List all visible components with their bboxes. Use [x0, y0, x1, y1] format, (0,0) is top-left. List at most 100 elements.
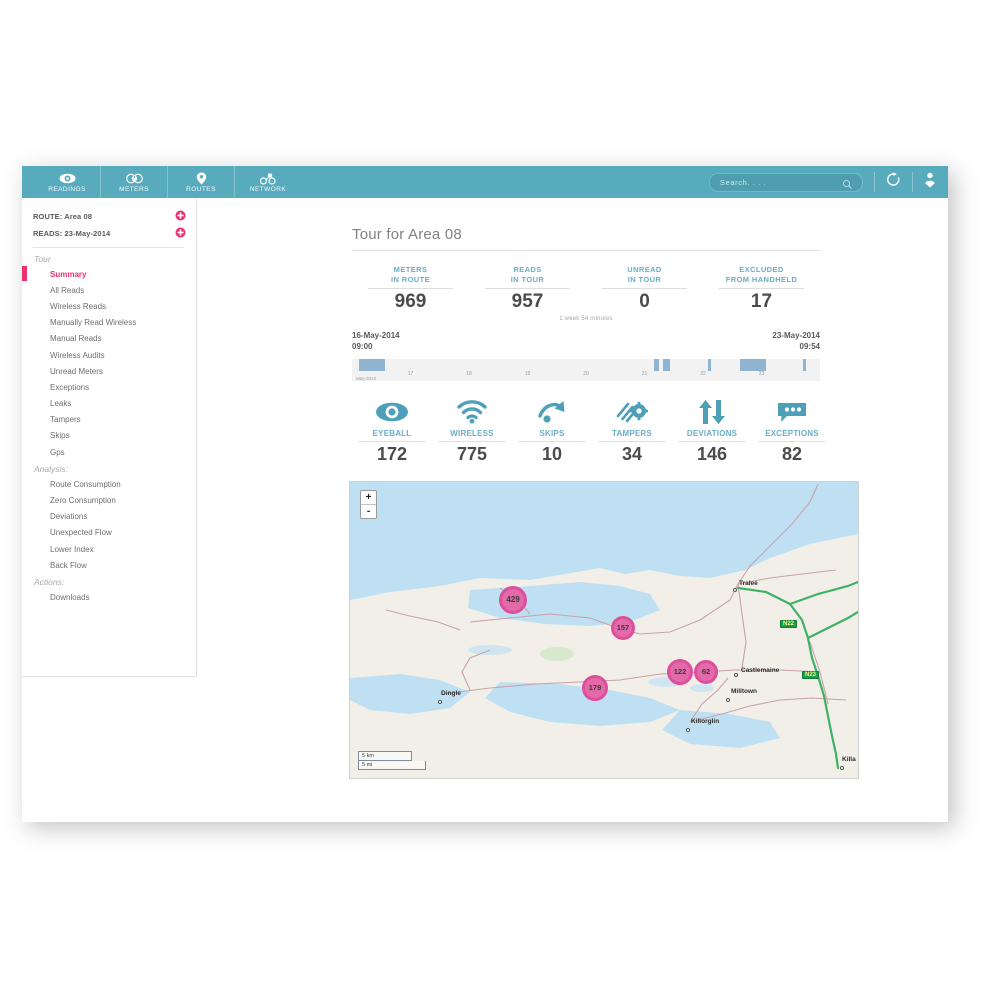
refresh-button[interactable] — [886, 172, 901, 192]
sidebar-item-zero-consumption[interactable]: Zero Consumption — [22, 492, 196, 508]
sidebar-item-deviations[interactable]: Deviations — [22, 509, 196, 525]
sidebar-item-skips[interactable]: Skips — [22, 428, 196, 444]
place-dot-killorglin — [686, 728, 690, 732]
map-cluster-marker[interactable]: 122 — [667, 659, 693, 685]
stat-tampers[interactable]: TAMPERS 34 — [592, 395, 672, 465]
timeline-end-date: 23-May-2014 — [772, 331, 820, 342]
sidebar-item-exceptions[interactable]: Exceptions — [22, 379, 196, 395]
kpi-label-line2: IN TOUR — [586, 275, 703, 285]
stat-label: DEVIATIONS — [672, 429, 752, 438]
plus-circle-icon[interactable] — [175, 225, 186, 243]
eye-icon — [352, 395, 432, 429]
map-cluster-marker[interactable]: 429 — [499, 586, 527, 614]
comment-dots-icon — [752, 395, 832, 429]
map-zoom-controls[interactable]: + - — [360, 490, 377, 519]
kpi-label-line2: IN ROUTE — [352, 275, 469, 285]
kpi-meters-in-route: METERS IN ROUTE 969 — [352, 265, 469, 313]
stat-deviations[interactable]: DEVIATIONS 146 — [672, 395, 752, 465]
nav-item-readings[interactable]: READINGS — [34, 166, 101, 198]
sidebar-item-label: Manually Read Wireless — [50, 318, 136, 327]
place-label-tralee: Tralee — [739, 580, 758, 587]
sidebar-item-downloads[interactable]: Downloads — [22, 589, 196, 605]
kpi-divider — [485, 288, 570, 289]
skip-arrow-icon — [512, 395, 592, 429]
sidebar-item-back-flow[interactable]: Back Flow — [22, 557, 196, 573]
map-container[interactable]: + - Tralee Castlemaine Milltown Killorgl… — [349, 481, 859, 779]
sidebar-item-all-reads[interactable]: All Reads — [22, 282, 196, 298]
stat-wireless[interactable]: WIRELESS 775 — [432, 395, 512, 465]
timeline-end-time: 09:54 — [772, 342, 820, 353]
timeline-segment — [740, 359, 765, 371]
map-cluster-marker[interactable]: 157 — [611, 616, 635, 640]
sidebar-item-wireless-reads[interactable]: Wireless Reads — [22, 298, 196, 314]
app-body: ROUTE: Area 08 READS: 23-May-2014 — [22, 198, 948, 822]
plus-circle-icon[interactable] — [175, 208, 186, 226]
user-button[interactable] — [924, 172, 936, 193]
sidebar-item-route-consumption[interactable]: Route Consumption — [22, 476, 196, 492]
sidebar-item-label: Zero Consumption — [50, 496, 116, 505]
stat-value: 146 — [672, 444, 752, 465]
map-zoom-in-button[interactable]: + — [361, 491, 376, 505]
stat-divider — [358, 441, 426, 442]
sidebar-item-leaks[interactable]: Leaks — [22, 396, 196, 412]
nav-item-network[interactable]: NETWORK — [235, 166, 301, 198]
top-nav-items: READINGS METERS — [34, 166, 301, 198]
sidebar-item-wireless-audits[interactable]: Wireless Audits — [22, 347, 196, 363]
page-title: Tour for Area 08 — [352, 226, 948, 243]
sidebar-item-manually-read-wireless[interactable]: Manually Read Wireless — [22, 315, 196, 331]
sidebar-reads-label: READS: 23-May-2014 — [33, 229, 110, 238]
search-input[interactable]: Search. . . . — [709, 173, 863, 192]
sidebar-item-tampers[interactable]: Tampers — [22, 412, 196, 428]
nav-item-meters[interactable]: METERS — [101, 166, 168, 198]
stat-value: 775 — [432, 444, 512, 465]
sidebar-item-summary[interactable]: Summary — [22, 266, 196, 282]
place-dot-milltown — [726, 698, 730, 702]
timeline-bar[interactable]: 17181920212223 May-2014 — [352, 359, 820, 381]
wifi-icon — [432, 395, 512, 429]
timeline-date-range: 16-May-2014 09:00 23-May-2014 09:54 — [352, 331, 820, 353]
up-down-arrows-icon — [672, 395, 752, 429]
sidebar-item-gps[interactable]: Gps — [22, 444, 196, 460]
timeline-month-label: May-2014 — [354, 376, 376, 381]
sidebar-group-title-actions: Actions: — [22, 573, 196, 589]
screen-root: READINGS METERS — [0, 0, 1000, 1000]
map-cluster-count: 179 — [589, 683, 602, 692]
road-shield-n22: N22 — [780, 620, 797, 628]
stat-label: SKIPS — [512, 429, 592, 438]
timeline-start-date: 16-May-2014 — [352, 331, 400, 342]
eye-icon — [59, 172, 76, 185]
place-label-killorglin: Killorglin — [691, 718, 719, 725]
sidebar-route-row[interactable]: ROUTE: Area 08 — [22, 208, 196, 225]
map-cluster-marker[interactable]: 62 — [694, 660, 718, 684]
timeline-tick-label: 18 — [466, 371, 472, 377]
timeline-tick-label: 22 — [700, 371, 706, 377]
stat-exceptions[interactable]: EXCEPTIONS 82 — [752, 395, 832, 465]
timeline-start-time: 09:00 — [352, 342, 400, 353]
sidebar-group-title-tour: Tour — [22, 250, 196, 266]
map-cluster-marker[interactable]: 179 — [582, 675, 608, 701]
stat-skips[interactable]: SKIPS 10 — [512, 395, 592, 465]
kpi-value: 17 — [703, 291, 820, 313]
timeline: 16-May-2014 09:00 23-May-2014 09:54 1718… — [352, 331, 820, 381]
stat-divider — [518, 441, 586, 442]
nav-item-routes[interactable]: ROUTES — [168, 166, 235, 198]
kpi-unread-in-tour: UNREAD IN TOUR 0 — [586, 265, 703, 313]
stat-divider — [758, 441, 826, 442]
timeline-tick-label: 23 — [759, 371, 765, 377]
sidebar-reads-row[interactable]: READS: 23-May-2014 — [22, 225, 196, 242]
place-dot-castlemaine — [734, 673, 738, 677]
place-label-castlemaine: Castlemaine — [741, 667, 779, 674]
app-window: READINGS METERS — [22, 166, 948, 822]
place-label-milltown: Milltown — [731, 688, 757, 695]
sidebar-item-lower-index[interactable]: Lower Index — [22, 541, 196, 557]
sidebar-item-unexpected-flow[interactable]: Unexpected Flow — [22, 525, 196, 541]
sidebar-item-label: Manual Reads — [50, 334, 102, 343]
stat-eyeball[interactable]: EYEBALL 172 — [352, 395, 432, 465]
map-zoom-out-button[interactable]: - — [361, 505, 376, 518]
sidebar-item-unread-meters[interactable]: Unread Meters — [22, 363, 196, 379]
stat-label: EXCEPTIONS — [752, 429, 832, 438]
sidebar-item-label: Downloads — [50, 593, 90, 602]
stat-label: TAMPERS — [592, 429, 672, 438]
network-icon — [259, 172, 278, 185]
sidebar-item-manual-reads[interactable]: Manual Reads — [22, 331, 196, 347]
